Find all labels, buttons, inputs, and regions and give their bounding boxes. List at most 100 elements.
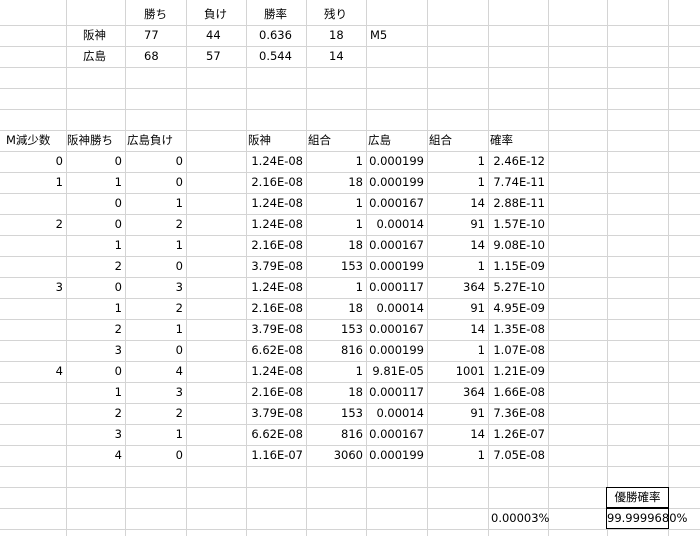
cell-hanshin-comb[interactable]: 816: [306, 340, 366, 361]
cell-hiroshima-comb[interactable]: 14: [427, 424, 488, 445]
cell-hiroshima-prob[interactable]: 0.00014: [366, 403, 427, 424]
cell-hanshin-prob[interactable]: 3.79E-08: [246, 403, 306, 424]
cell-hanshin-prob[interactable]: 6.62E-08: [246, 340, 306, 361]
cell-m-decrease[interactable]: [0, 256, 66, 277]
cell-hiroshima-losses[interactable]: 0: [125, 340, 186, 361]
cell-m-decrease[interactable]: [0, 340, 66, 361]
cell-hiroshima-losses[interactable]: 1: [125, 424, 186, 445]
cell-hiroshima-prob[interactable]: 0.000199: [366, 445, 427, 466]
cell-hanshin-prob[interactable]: 1.16E-07: [246, 445, 306, 466]
cell-probability[interactable]: 1.35E-08: [488, 319, 548, 340]
summary-team-name[interactable]: 広島: [80, 46, 140, 67]
cell-hanshin-wins[interactable]: 4: [66, 445, 125, 466]
cell-hiroshima-comb[interactable]: 1: [427, 256, 488, 277]
cell-m-decrease[interactable]: [0, 193, 66, 214]
cell-hanshin-wins[interactable]: 1: [66, 235, 125, 256]
cell-probability[interactable]: 4.95E-09: [488, 298, 548, 319]
cell-hiroshima-prob[interactable]: 0.00014: [366, 298, 427, 319]
summary-win-rate[interactable]: 0.544: [256, 46, 316, 67]
cell-m-decrease[interactable]: [0, 382, 66, 403]
cell-hanshin-comb[interactable]: 1: [306, 151, 366, 172]
cell-hanshin-prob[interactable]: 1.24E-08: [246, 214, 306, 235]
cell-hiroshima-comb[interactable]: 91: [427, 214, 488, 235]
col-header-hanshin-comb[interactable]: 組合: [305, 130, 365, 151]
cell-hiroshima-losses[interactable]: 1: [125, 235, 186, 256]
cell-hiroshima-losses[interactable]: 3: [125, 277, 186, 298]
win-probability-title[interactable]: 優勝確率: [606, 487, 669, 508]
summary-wins[interactable]: 77: [141, 25, 201, 46]
cell-hiroshima-losses[interactable]: 0: [125, 151, 186, 172]
cell-hiroshima-prob[interactable]: 0.000199: [366, 340, 427, 361]
cell-hanshin-wins[interactable]: 3: [66, 340, 125, 361]
cell-m-decrease[interactable]: 3: [0, 277, 66, 298]
cell-hiroshima-comb[interactable]: 364: [427, 382, 488, 403]
cell-hanshin-comb[interactable]: 18: [306, 382, 366, 403]
cell-hiroshima-prob[interactable]: 0.000117: [366, 277, 427, 298]
cell-hiroshima-losses[interactable]: 2: [125, 214, 186, 235]
cell-hanshin-wins[interactable]: 1: [66, 172, 125, 193]
summary-team-name[interactable]: 阪神: [80, 25, 140, 46]
cell-hanshin-comb[interactable]: 1: [306, 193, 366, 214]
summary-remaining[interactable]: 14: [326, 46, 386, 67]
col-header-hanshin-prob[interactable]: 阪神: [245, 130, 305, 151]
cell-probability[interactable]: 1.57E-10: [488, 214, 548, 235]
cell-m-decrease[interactable]: 0: [0, 151, 66, 172]
cell-hiroshima-prob[interactable]: 0.000199: [366, 172, 427, 193]
cell-hanshin-wins[interactable]: 0: [66, 151, 125, 172]
cell-hiroshima-prob[interactable]: 0.000117: [366, 382, 427, 403]
summary-losses[interactable]: 44: [203, 25, 263, 46]
cell-hanshin-comb[interactable]: 18: [306, 235, 366, 256]
cell-probability[interactable]: 7.74E-11: [488, 172, 548, 193]
cell-hiroshima-losses[interactable]: 3: [125, 382, 186, 403]
cell-hiroshima-comb[interactable]: 1: [427, 172, 488, 193]
cell-probability[interactable]: 2.46E-12: [488, 151, 548, 172]
col-header-hiroshima-losses[interactable]: 広島負け: [124, 130, 189, 151]
cell-hanshin-prob[interactable]: 2.16E-08: [246, 172, 306, 193]
col-header-m-decrease[interactable]: M減少数: [3, 130, 73, 151]
cell-probability[interactable]: 2.88E-11: [488, 193, 548, 214]
cell-hiroshima-losses[interactable]: 0: [125, 172, 186, 193]
cell-probability[interactable]: 7.36E-08: [488, 403, 548, 424]
cell-hanshin-wins[interactable]: 1: [66, 298, 125, 319]
cell-hanshin-wins[interactable]: 2: [66, 403, 125, 424]
cell-probability[interactable]: 1.15E-09: [488, 256, 548, 277]
cell-m-decrease[interactable]: 4: [0, 361, 66, 382]
col-header-hiroshima-prob[interactable]: 広島: [365, 130, 425, 151]
cell-m-decrease[interactable]: [0, 319, 66, 340]
summary-losses[interactable]: 57: [203, 46, 263, 67]
cell-hanshin-comb[interactable]: 153: [306, 256, 366, 277]
cell-hanshin-prob[interactable]: 2.16E-08: [246, 382, 306, 403]
cell-hiroshima-comb[interactable]: 14: [427, 319, 488, 340]
cell-hanshin-wins[interactable]: 2: [66, 256, 125, 277]
cell-hanshin-comb[interactable]: 153: [306, 403, 366, 424]
summary-wins[interactable]: 68: [141, 46, 201, 67]
cell-hiroshima-prob[interactable]: 0.000199: [366, 256, 427, 277]
col-header-hanshin-wins[interactable]: 阪神勝ち: [64, 130, 129, 151]
cell-m-decrease[interactable]: [0, 235, 66, 256]
cell-hiroshima-losses[interactable]: 0: [125, 445, 186, 466]
cell-hiroshima-prob[interactable]: 0.000167: [366, 319, 427, 340]
cell-hanshin-comb[interactable]: 18: [306, 172, 366, 193]
cell-hanshin-comb[interactable]: 3060: [306, 445, 366, 466]
cell-hiroshima-losses[interactable]: 4: [125, 361, 186, 382]
cell-hiroshima-losses[interactable]: 1: [125, 319, 186, 340]
cell-hiroshima-prob[interactable]: 9.81E-05: [366, 361, 427, 382]
summary-note[interactable]: M5: [367, 25, 427, 46]
col-header-hiroshima-comb[interactable]: 組合: [426, 130, 486, 151]
cell-probability[interactable]: 1.07E-08: [488, 340, 548, 361]
cell-hiroshima-prob[interactable]: 0.00014: [366, 214, 427, 235]
cell-probability[interactable]: 1.21E-09: [488, 361, 548, 382]
cell-hiroshima-comb[interactable]: 91: [427, 298, 488, 319]
cell-hiroshima-losses[interactable]: 2: [125, 298, 186, 319]
win-probability-value[interactable]: 99.9999680%: [606, 508, 687, 529]
cell-hanshin-comb[interactable]: 1: [306, 214, 366, 235]
cell-probability[interactable]: 5.27E-10: [488, 277, 548, 298]
cell-hanshin-wins[interactable]: 0: [66, 277, 125, 298]
cell-hiroshima-prob[interactable]: 0.000167: [366, 235, 427, 256]
cell-probability[interactable]: 1.66E-08: [488, 382, 548, 403]
cell-hanshin-wins[interactable]: 0: [66, 361, 125, 382]
cell-m-decrease[interactable]: [0, 424, 66, 445]
header-remaining[interactable]: 残り: [321, 4, 381, 25]
cell-hanshin-prob[interactable]: 1.24E-08: [246, 361, 306, 382]
cell-hanshin-comb[interactable]: 153: [306, 319, 366, 340]
